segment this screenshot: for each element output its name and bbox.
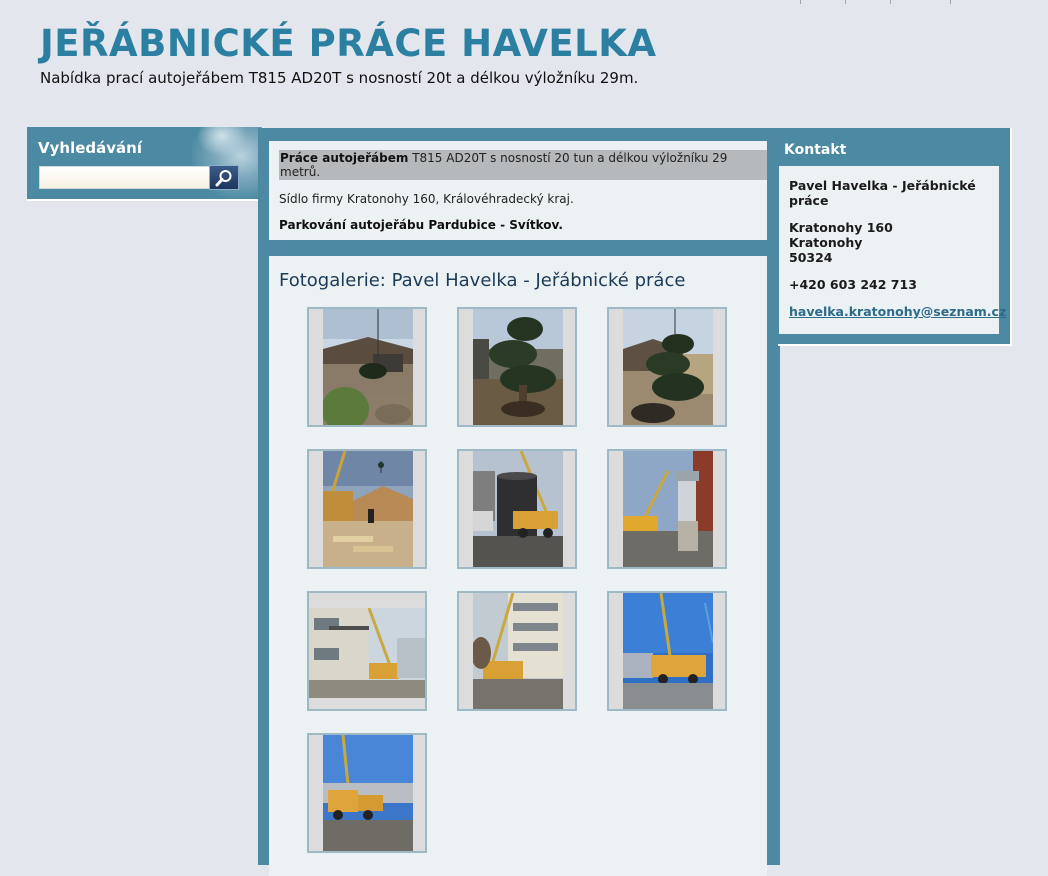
gallery-thumb[interactable] <box>307 307 427 427</box>
photo-bonsai-closeup <box>473 309 563 425</box>
contact-title: Kontakt <box>784 142 847 158</box>
photo-bonsai-garden <box>623 309 713 425</box>
search-panel: Vyhledávání <box>27 127 264 201</box>
contact-city: Kratonohy <box>789 235 863 250</box>
site-subtitle: Nabídka prací autojeřábem T815 AD20T s n… <box>40 69 639 87</box>
gallery-thumb[interactable] <box>607 591 727 711</box>
gallery-thumb[interactable] <box>307 733 427 853</box>
contact-name: Pavel Havelka - Jeřábnické práce <box>789 178 976 208</box>
intro-highlight: Práce autojeřábem T815 AD20T s nosností … <box>279 150 767 180</box>
contact-zip: 50324 <box>789 250 833 265</box>
photo-bonsai-house <box>323 309 413 425</box>
gallery-thumb[interactable] <box>607 449 727 569</box>
gallery-thumb[interactable] <box>607 307 727 427</box>
photo-crane-silo <box>473 451 563 567</box>
photo-crane-bluesky <box>623 593 713 709</box>
photo-crane-yard <box>323 735 413 851</box>
search-button[interactable] <box>209 165 239 190</box>
gallery-thumb[interactable] <box>307 591 427 711</box>
intro-panel: Práce autojeřábem T815 AD20T s nosností … <box>269 141 767 240</box>
photo-crane-roof <box>323 451 413 567</box>
intro-address: Sídlo firmy Kratonohy 160, Královéhradec… <box>279 192 574 206</box>
contact-street: Kratonohy 160 <box>789 220 893 235</box>
contact-phone: +420 603 242 713 <box>789 277 917 292</box>
search-input[interactable] <box>39 166 215 189</box>
gallery-panel: Fotogalerie: Pavel Havelka - Jeřábnické … <box>269 256 767 876</box>
photo-crane-facade <box>473 593 563 709</box>
contact-details: Pavel Havelka - Jeřábnické práce Kratono… <box>779 166 1006 334</box>
gallery-thumb[interactable] <box>307 449 427 569</box>
intro-parking: Parkování autojeřábu Pardubice - Svítkov… <box>279 218 563 232</box>
site-title: JEŘÁBNICKÉ PRÁCE HAVELKA <box>40 22 657 65</box>
main-content: Práce autojeřábem T815 AD20T s nosností … <box>258 128 780 876</box>
search-title: Vyhledávání <box>38 139 142 157</box>
gallery-title: Fotogalerie: Pavel Havelka - Jeřábnické … <box>279 270 686 291</box>
contact-email-link[interactable]: havelka.kratonohy@seznam.cz <box>789 304 1006 319</box>
top-menu-remnant <box>790 0 960 4</box>
contact-panel: Kontakt Pavel Havelka - Jeřábnické práce… <box>778 128 1012 346</box>
gallery-thumb[interactable] <box>457 307 577 427</box>
magnifier-icon <box>215 169 232 186</box>
photo-crane-tower <box>623 451 713 567</box>
photo-crane-balcony <box>309 608 425 698</box>
gallery-thumb[interactable] <box>457 449 577 569</box>
gallery-thumb[interactable] <box>457 591 577 711</box>
intro-bold: Práce autojeřábem <box>280 151 409 165</box>
